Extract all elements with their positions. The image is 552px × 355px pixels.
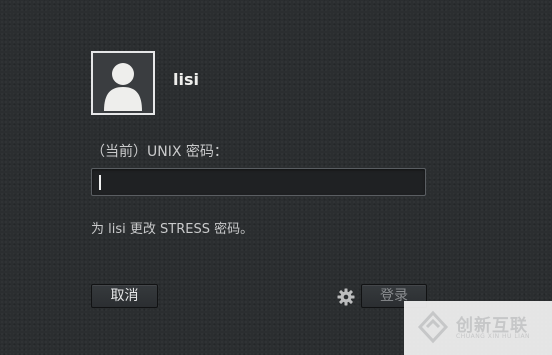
user-avatar [91,51,155,115]
password-prompt-label: （当前）UNIX 密码： [91,144,228,160]
cancel-button[interactable]: 取消 [91,284,158,308]
password-input[interactable] [91,168,426,196]
user-avatar-icon [104,63,142,111]
watermark-subtitle: CHUANG XIN HU LIAN [456,333,531,340]
gear-icon[interactable] [337,288,355,306]
watermark: 创新互联 CHUANG XIN HU LIAN [404,301,552,355]
brand-logo-icon [417,310,449,344]
text-caret [99,175,101,190]
status-message: 为 lisi 更改 STRESS 密码。 [91,222,254,237]
username-label: lisi [173,70,199,89]
